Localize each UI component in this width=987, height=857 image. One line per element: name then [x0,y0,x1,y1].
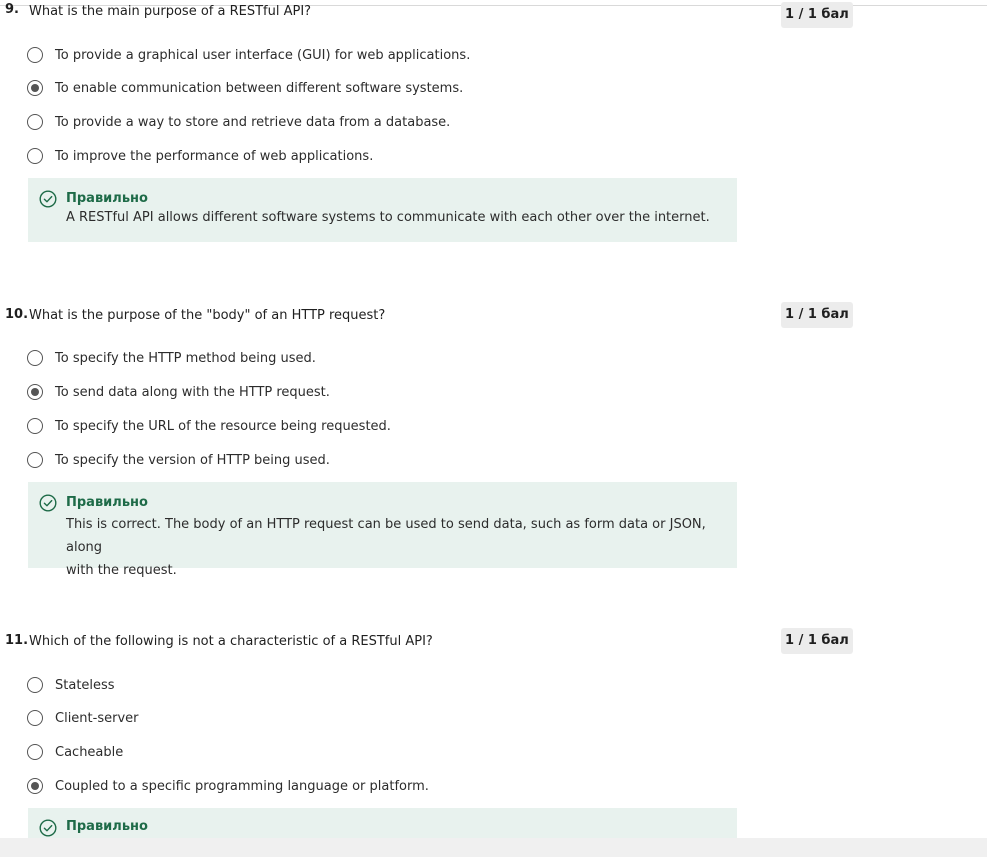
feedback-panel: Правильно This is correct. The body of a… [28,482,737,578]
radio-button[interactable] [27,114,43,130]
answer-option[interactable]: To specify the URL of the resource being… [27,416,391,436]
question-text: Which of the following is not a characte… [29,634,433,649]
answer-option[interactable]: Coupled to a specific programming langua… [27,776,429,796]
question-number: 10. [5,307,29,322]
answer-option[interactable]: To send data along with the HTTP request… [27,382,330,402]
option-label: Coupled to a specific programming langua… [55,778,429,794]
answer-option[interactable]: To enable communication between differen… [27,78,463,98]
feedback-text: This is correct. The body of an HTTP req… [66,513,717,582]
feedback-status: Правильно [66,819,148,834]
option-label: Client-server [55,710,139,726]
option-label: To enable communication between differen… [55,80,464,96]
option-label: Cacheable [55,744,124,760]
answer-option[interactable]: To provide a way to store and retrieve d… [27,112,450,132]
feedback-panel: Правильно A RESTful API allows different… [28,178,737,242]
question-header: 9. What is the main purpose of a RESTful… [0,2,987,35]
question-number: 9. [5,2,19,17]
radio-button[interactable] [27,47,43,63]
option-label: To send data along with the HTTP request… [55,384,330,400]
option-label: To specify the URL of the resource being… [55,418,391,434]
radio-button[interactable] [27,148,43,164]
option-label: Stateless [55,677,115,693]
radio-button[interactable] [27,452,43,468]
score-badge: 1 / 1 бал [781,628,853,654]
feedback-text-line: This is correct. The body of an HTTP req… [66,517,706,555]
question-10: 10. What is the purpose of the "body" of… [0,302,987,337]
question-header: 10. What is the purpose of the "body" of… [0,302,987,337]
question-9: 9. What is the main purpose of a RESTful… [0,2,987,35]
question-text: What is the main purpose of a RESTful AP… [29,4,312,19]
question-text: What is the purpose of the "body" of an … [29,308,386,323]
answer-option[interactable]: To specify the HTTP method being used. [27,348,316,368]
question-number: 11. [5,633,29,648]
question-11: 11. Which of the following is not a char… [0,628,987,663]
bottom-bar [0,838,987,857]
radio-button[interactable] [27,677,43,693]
option-label: To provide a graphical user interface (G… [55,47,471,63]
answer-option[interactable]: Client-server [27,708,138,728]
answer-option[interactable]: Stateless [27,675,115,695]
answer-option[interactable]: To improve the performance of web applic… [27,146,373,166]
answer-option[interactable]: To specify the version of HTTP being use… [27,450,330,470]
score-badge: 1 / 1 бал [781,2,853,28]
check-circle-icon [39,819,57,837]
question-header: 11. Which of the following is not a char… [0,628,987,663]
option-label: To provide a way to store and retrieve d… [55,114,451,130]
feedback-text: A RESTful API allows different software … [66,210,710,225]
feedback-status: Правильно [66,191,148,206]
radio-button[interactable] [27,710,43,726]
option-label: To specify the HTTP method being used. [55,350,316,366]
feedback-status: Правильно [66,495,148,510]
radio-button-selected[interactable] [27,80,43,96]
radio-button[interactable] [27,418,43,434]
check-circle-icon [39,190,57,208]
answer-option[interactable]: To provide a graphical user interface (G… [27,45,470,65]
check-circle-icon [39,494,57,512]
radio-button-selected[interactable] [27,384,43,400]
option-label: To improve the performance of web applic… [55,148,374,164]
score-badge: 1 / 1 бал [781,302,853,328]
feedback-panel: Правильно [28,808,737,838]
radio-button[interactable] [27,350,43,366]
radio-button-selected[interactable] [27,778,43,794]
feedback-text-line: with the request. [66,563,177,578]
answer-option[interactable]: Cacheable [27,742,123,762]
radio-button[interactable] [27,744,43,760]
option-label: To specify the version of HTTP being use… [55,452,330,468]
